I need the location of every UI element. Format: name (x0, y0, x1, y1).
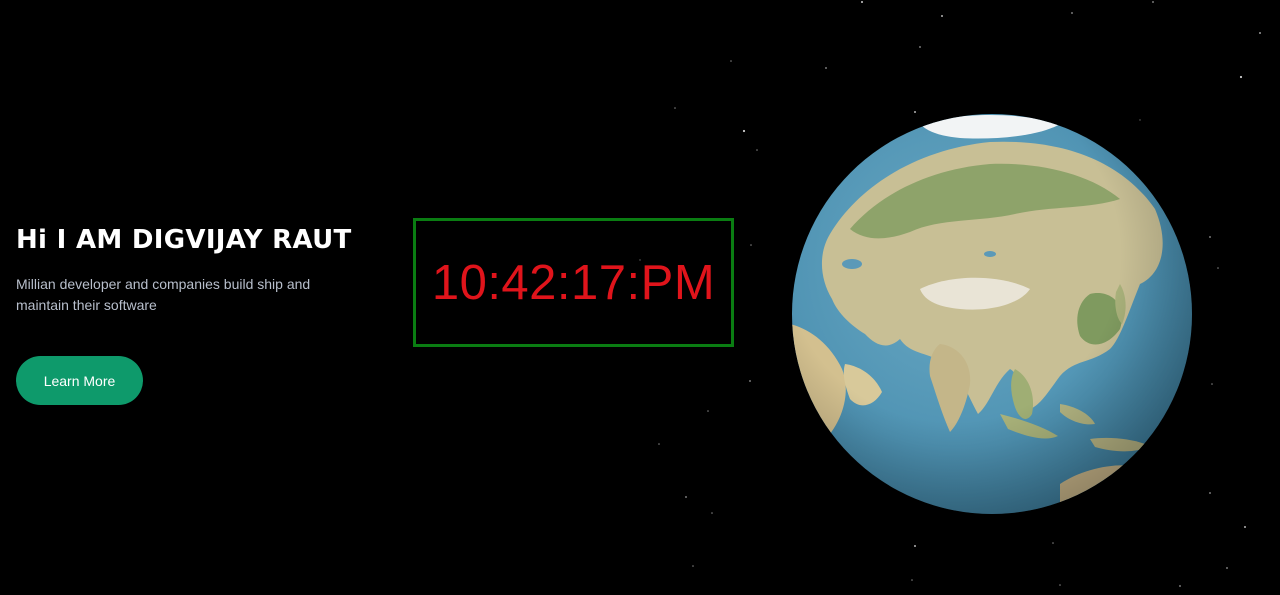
clock-time: 10:42:17:PM (431, 255, 716, 310)
earth-globe-icon[interactable] (790, 114, 1194, 514)
digital-clock: 10:42:17:PM (413, 218, 734, 347)
learn-more-button[interactable]: Learn More (16, 356, 143, 405)
hero-title: Hi I AM DIGVIJAY RAUT (16, 225, 352, 255)
hero-subtitle: Millian developer and companies build sh… (16, 276, 311, 313)
hero-section: Hi I AM DIGVIJAY RAUT Millian developer … (16, 222, 376, 316)
